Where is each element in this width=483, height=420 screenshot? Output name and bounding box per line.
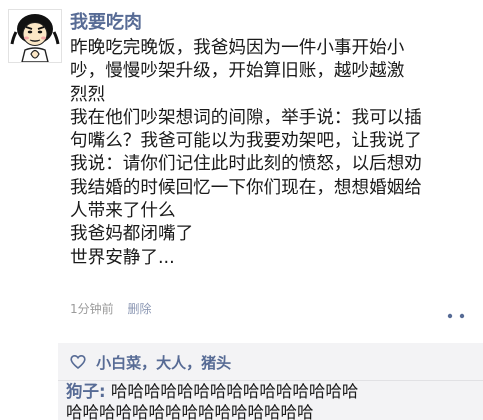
comment-text: 哈哈哈哈哈哈哈哈哈哈哈哈哈哈哈 — [110, 382, 359, 401]
more-dots-icon[interactable] — [440, 307, 472, 319]
post-body-line: 句嘴么？我爸可能以为我要劝架吧，让我说了 — [70, 131, 422, 152]
likes-names[interactable]: 小白菜，大人，猪头 — [96, 354, 231, 372]
meme-face-avatar-icon — [9, 10, 61, 63]
post-username[interactable]: 我要吃肉 — [70, 9, 142, 37]
post-body-line: 我结婚的时候回忆一下你们现在，想想婚姻给 — [70, 177, 422, 198]
comments-panel: 小白菜，大人，猪头 狗子: 哈哈哈哈哈哈哈哈哈哈哈哈哈哈哈 哈哈哈哈哈哈哈哈哈哈… — [58, 343, 483, 420]
comment-line: 狗子: 哈哈哈哈哈哈哈哈哈哈哈哈哈哈哈 — [66, 381, 483, 402]
post-time: 1分钟前 — [70, 302, 114, 316]
post-body-line: 烈烈 — [70, 84, 106, 105]
delete-button[interactable]: 删除 — [127, 302, 151, 316]
post-body-line: 我说：请你们记住此时此刻的愤怒，以后想劝 — [70, 154, 422, 175]
post-body-line: 世界安静了... — [70, 247, 175, 268]
post-body-line: 我在他们吵架想词的间隙，举手说：我可以插 — [70, 107, 422, 128]
moments-post-screen: 我要吃肉 昨晚吃完晚饭，我爸妈因为一件小事开始小 吵，慢慢吵架升级，开始算旧账，… — [0, 0, 483, 420]
likes-row: 小白菜，大人，猪头 — [70, 351, 231, 375]
avatar[interactable] — [8, 9, 62, 63]
post-body: 昨晚吃完晚饭，我爸妈因为一件小事开始小 吵，慢慢吵架升级，开始算旧账，越吵越激 … — [70, 37, 470, 270]
comment-item[interactable]: 狗子: 哈哈哈哈哈哈哈哈哈哈哈哈哈哈哈 哈哈哈哈哈哈哈哈哈哈哈哈哈哈哈 — [66, 381, 483, 420]
comment-line: 哈哈哈哈哈哈哈哈哈哈哈哈哈哈哈 — [66, 403, 314, 420]
heart-icon — [70, 354, 86, 370]
post-body-line: 我爸妈都闭嘴了 — [70, 224, 194, 245]
post-body-line: 人带来了什么 — [70, 201, 176, 222]
comment-author[interactable]: 狗子: — [66, 382, 106, 401]
post-meta: 1分钟前 删除 — [70, 300, 151, 318]
post-body-line: 吵，慢慢吵架升级，开始算旧账，越吵越激 — [70, 61, 405, 82]
post-body-line: 昨晚吃完晚饭，我爸妈因为一件小事开始小 — [70, 38, 405, 58]
